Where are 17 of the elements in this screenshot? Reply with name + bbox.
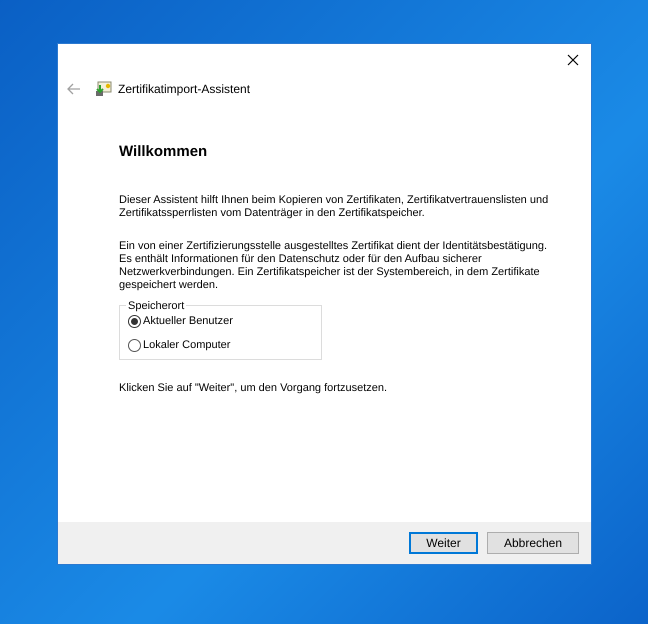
radio-button[interactable]: [128, 314, 141, 328]
radio-label[interactable]: Lokaler Computer: [143, 336, 230, 354]
back-button[interactable]: [66, 81, 82, 97]
group-label: Speicherort: [127, 298, 186, 314]
radio-label[interactable]: Aktueller Benutzer: [143, 312, 233, 330]
certificate-icon: [95, 80, 113, 98]
radio-button[interactable]: [128, 338, 141, 352]
description-text: Ein von einer Zertifizierungsstelle ausgestelltes Zertifikat dient der Identitätsbestätigung. Es enthält Informationen für den Datenschutz oder für den Aufbau sicherer Netzwerkverbindungen. Ein Zertifikatspeicher ist der Systembereich, in dem Zertifikate gespeichert werden.: [119, 240, 548, 292]
page-heading: Willkommen: [119, 142, 208, 162]
dialog-button[interactable]: Weiter: [409, 532, 478, 554]
dialog-button[interactable]: Abbrechen: [487, 532, 579, 554]
continue-hint: Klicken Sie auf "Weiter", um den Vorgang fortzusetzen.: [119, 381, 388, 396]
close-icon: [567, 54, 579, 66]
close-button[interactable]: [565, 52, 581, 68]
window-title: Zertifikatimport-Assistent: [118, 81, 250, 98]
description-text: Dieser Assistent hilft Ihnen beim Kopieren von Zertifikaten, Zertifikatvertrauenslisten und Zertifikatssperrlisten vom Datenträger in den Zertifikatspeicher.: [119, 194, 550, 220]
back-arrow-icon: [67, 83, 81, 95]
